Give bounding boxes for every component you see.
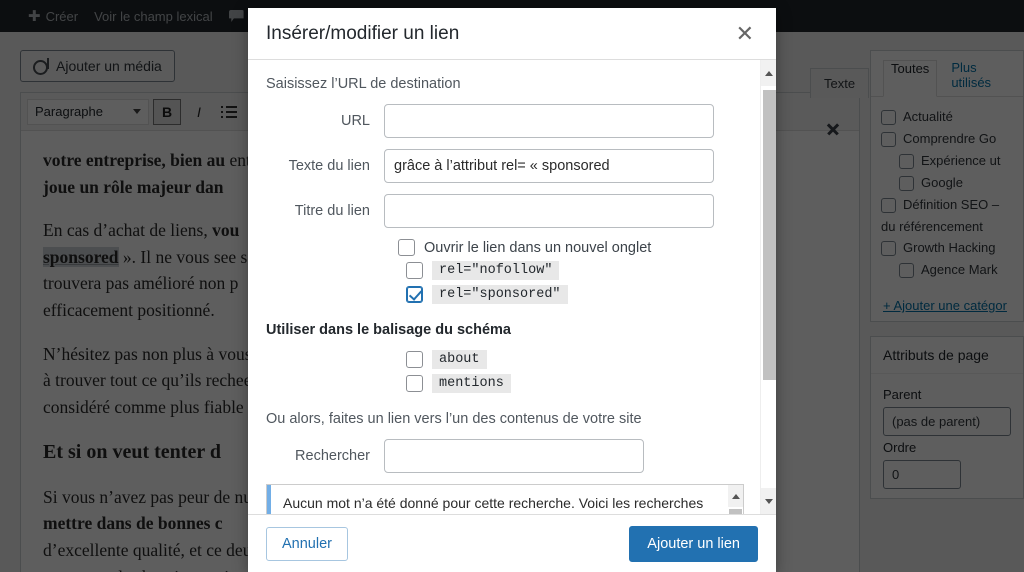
rel-nofollow-label: rel="nofollow" bbox=[432, 261, 560, 280]
url-row: URL bbox=[266, 104, 760, 138]
search-input[interactable] bbox=[384, 439, 644, 473]
new-tab-checkbox[interactable] bbox=[398, 239, 415, 256]
modal-scroll-up-icon[interactable] bbox=[761, 60, 776, 86]
url-section-label: Saisissez l’URL de destination bbox=[266, 76, 461, 92]
new-tab-option[interactable]: Ouvrir le lien dans un nouvel onglet bbox=[266, 239, 760, 256]
schema-mentions-label: mentions bbox=[432, 374, 511, 393]
modal-scroll-thumb[interactable] bbox=[763, 90, 776, 380]
rel-nofollow-checkbox[interactable] bbox=[406, 262, 423, 279]
schema-about-label: about bbox=[432, 350, 487, 369]
new-tab-label: Ouvrir le lien dans un nouvel onglet bbox=[424, 239, 652, 256]
link-title-row: Titre du lien bbox=[266, 194, 760, 228]
schema-mentions-option[interactable]: mentions bbox=[266, 374, 760, 393]
existing-content-label: Ou alors, faites un lien vers l’un des c… bbox=[266, 411, 642, 427]
modal-scroll-down-icon[interactable] bbox=[761, 488, 776, 514]
link-text-label: Texte du lien bbox=[288, 158, 370, 174]
cancel-button[interactable]: Annuler bbox=[266, 526, 348, 561]
search-row: Rechercher bbox=[266, 439, 760, 473]
results-scroll-thumb[interactable] bbox=[729, 509, 742, 514]
link-title-label: Titre du lien bbox=[294, 203, 370, 219]
url-label: URL bbox=[340, 113, 370, 129]
screen: ✚ Créer Voir le champ lexical Ajouter un… bbox=[0, 0, 1024, 572]
link-title-field[interactable] bbox=[384, 194, 714, 228]
rel-sponsored-label: rel="sponsored" bbox=[432, 285, 568, 304]
url-field[interactable] bbox=[384, 104, 714, 138]
schema-about-checkbox[interactable] bbox=[406, 351, 423, 368]
modal-scrollbar[interactable] bbox=[760, 60, 776, 514]
search-results-list[interactable]: Aucun mot n’a été donné pour cette reche… bbox=[266, 484, 744, 514]
close-icon[interactable]: ✕ bbox=[730, 21, 760, 47]
rel-sponsored-checkbox[interactable] bbox=[406, 286, 423, 303]
link-text-field[interactable]: grâce à l’attribut rel= « sponsored bbox=[384, 149, 714, 183]
modal-header: Insérer/modifier un lien ✕ bbox=[248, 8, 776, 60]
search-label: Rechercher bbox=[295, 448, 370, 464]
modal-body: Saisissez l’URL de destination URL Texte… bbox=[248, 60, 776, 514]
modal-footer: Annuler Ajouter un lien bbox=[248, 514, 776, 572]
rel-sponsored-option[interactable]: rel="sponsored" bbox=[266, 285, 760, 304]
link-text-row: Texte du lien grâce à l’attribut rel= « … bbox=[266, 149, 760, 183]
insert-link-modal: Insérer/modifier un lien ✕ Saisissez l’U… bbox=[248, 8, 776, 572]
rel-nofollow-option[interactable]: rel="nofollow" bbox=[266, 261, 760, 280]
schema-mentions-checkbox[interactable] bbox=[406, 375, 423, 392]
results-scrollbar[interactable] bbox=[728, 485, 743, 514]
schema-section-label: Utiliser dans le balisage du schéma bbox=[266, 322, 511, 338]
results-scroll-up-icon[interactable] bbox=[728, 485, 743, 507]
modal-title: Insérer/modifier un lien bbox=[266, 22, 460, 44]
add-link-button[interactable]: Ajouter un lien bbox=[629, 525, 758, 562]
link-text-value: grâce à l’attribut rel= « sponsored bbox=[394, 158, 610, 174]
search-results-note: Aucun mot n’a été donné pour cette reche… bbox=[267, 485, 743, 514]
schema-about-option[interactable]: about bbox=[266, 350, 760, 369]
modal-scroll-content: Saisissez l’URL de destination URL Texte… bbox=[248, 60, 760, 514]
